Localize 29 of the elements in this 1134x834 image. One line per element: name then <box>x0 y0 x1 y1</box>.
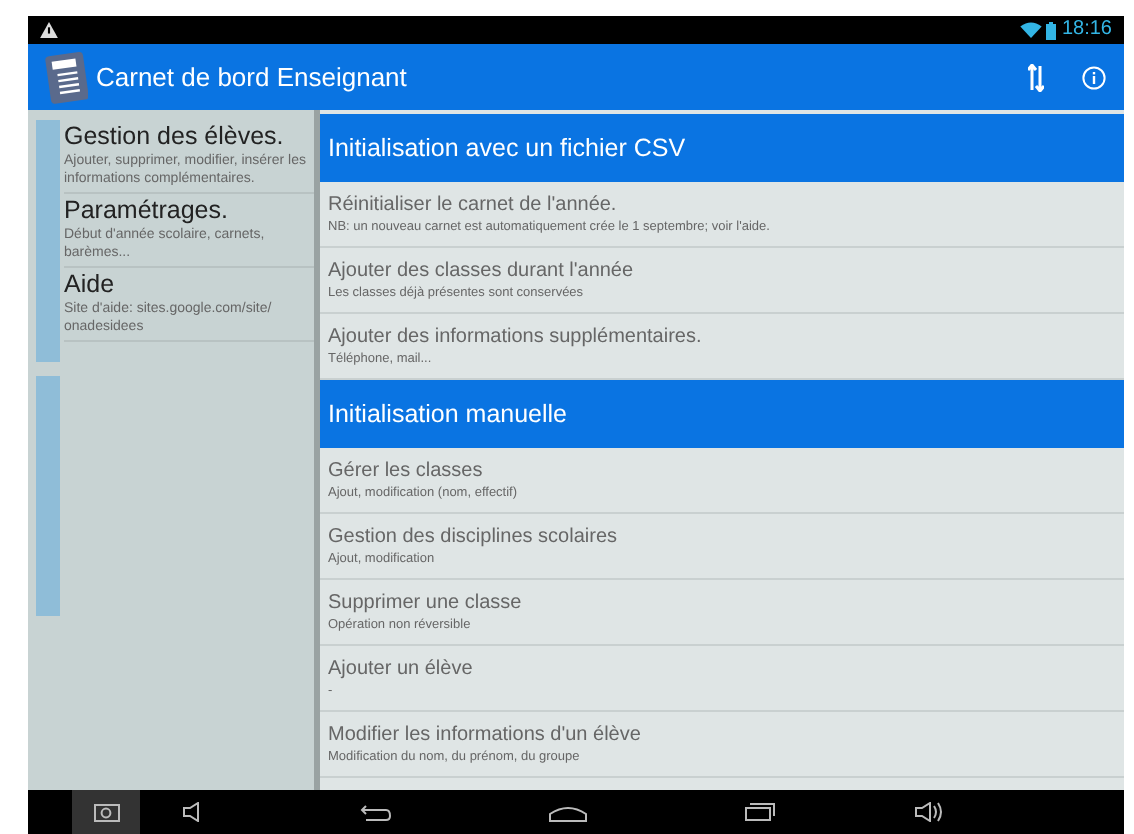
section-header: Initialisation avec un fichier CSV <box>320 114 1124 182</box>
recent-apps-icon <box>744 802 776 822</box>
list-item-title: Gestion des disciplines scolaires <box>328 524 620 550</box>
section-header: Initialisation manuelle <box>320 380 1124 448</box>
drawer-item-title: Paramétrages. <box>64 196 230 226</box>
volume-button[interactable] <box>912 796 948 828</box>
info-button[interactable] <box>1080 63 1108 91</box>
back-arrow-icon <box>360 803 392 821</box>
warning-icon <box>40 22 58 38</box>
home-icon <box>548 803 588 821</box>
notebook-icon <box>44 51 88 103</box>
drawer-item-title: Gestion des élèves. <box>64 122 286 152</box>
app-title: Carnet de bord Enseignant <box>96 59 407 96</box>
list-item-title: Ajouter des informations supplémentaires. <box>328 324 704 350</box>
info-icon <box>1082 65 1106 89</box>
list-item-title: Ajouter des classes durant l'année <box>328 258 636 284</box>
drawer-item-title: Aide <box>64 270 117 300</box>
list-item-title: Supprimer une classe <box>328 590 524 616</box>
list-item-title: Modifier les informations d'un élève <box>328 722 643 748</box>
wifi-icon <box>1019 22 1042 38</box>
list-item-title: Gérer les classes <box>328 458 485 484</box>
camera-icon <box>93 803 119 821</box>
list-item-title: Ajouter un élève <box>328 656 475 682</box>
battery-icon <box>1045 21 1056 39</box>
status-time: 18:16 <box>1061 20 1112 40</box>
speaker-icon <box>914 802 946 822</box>
sort-arrows-icon <box>1028 63 1044 91</box>
list-item-title: Réinitialiser le carnet de l'année. <box>328 192 619 218</box>
screenshot-button[interactable] <box>72 790 140 834</box>
